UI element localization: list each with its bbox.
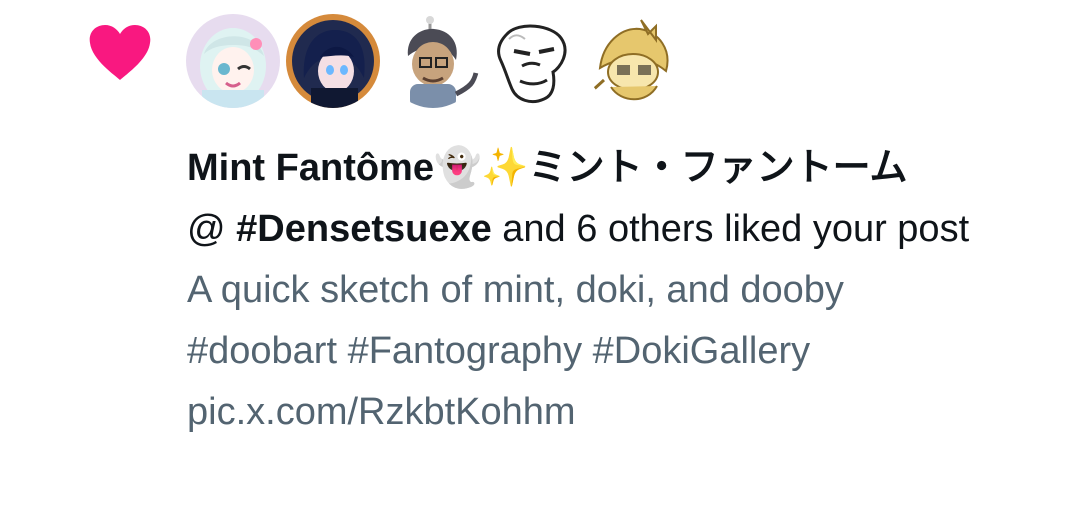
handle-link[interactable]: #Densetsuexe bbox=[236, 208, 492, 250]
avatar-yellow-character[interactable] bbox=[586, 14, 680, 108]
display-name-text: Mint Fantôme bbox=[187, 147, 434, 189]
liker-avatars bbox=[186, 14, 680, 110]
avatar-blue-hair[interactable] bbox=[286, 14, 380, 108]
like-summary: @ #Densetsuexe and 6 others liked your p… bbox=[187, 199, 1067, 260]
notification-text: Mint Fantôme👻✨ミント・ファントーム @ #Densetsuexe … bbox=[187, 138, 1067, 443]
post-line-link[interactable]: pic.x.com/RzkbtKohhm bbox=[187, 382, 1067, 443]
avatar-mint[interactable] bbox=[186, 14, 280, 108]
display-name-japanese: ミント・ファントーム bbox=[528, 147, 908, 189]
avatar-sketch-face[interactable] bbox=[486, 14, 580, 108]
summary-rest: and 6 others liked your post bbox=[491, 208, 970, 250]
post-preview[interactable]: A quick sketch of mint, doki, and dooby … bbox=[187, 260, 1067, 443]
display-name[interactable]: Mint Fantôme👻✨ミント・ファントーム bbox=[187, 138, 1067, 199]
post-line-hashtags: #doobart #Fantography #DokiGallery bbox=[187, 330, 811, 372]
avatar-monkey[interactable] bbox=[386, 14, 480, 108]
heart-icon bbox=[89, 25, 151, 80]
post-line-caption: A quick sketch of mint, doki, and dooby bbox=[187, 269, 844, 311]
ghost-emoji-icon: 👻 bbox=[433, 147, 482, 189]
summary-prefix: @ bbox=[187, 208, 237, 250]
like-notification[interactable]: Mint Fantôme👻✨ミント・ファントーム @ #Densetsuexe … bbox=[0, 0, 1080, 506]
sparkles-emoji-icon: ✨ bbox=[481, 147, 529, 189]
